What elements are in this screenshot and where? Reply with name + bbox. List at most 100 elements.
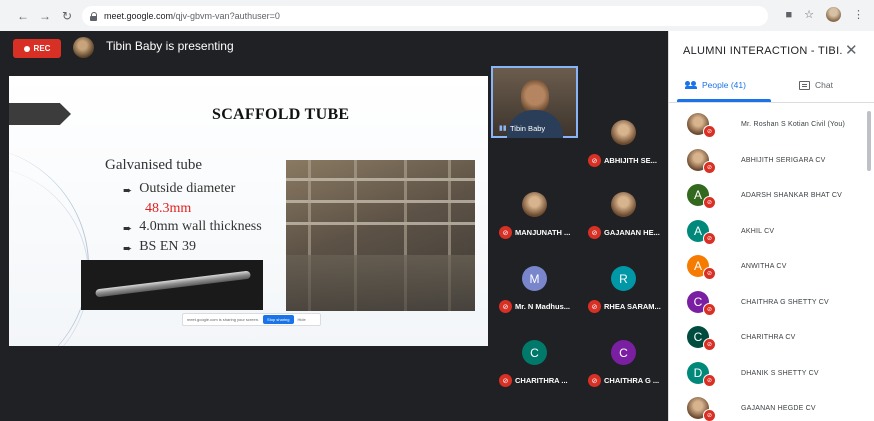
shared-slide: SCAFFOLD TUBE Galvanised tube ➨ Outside … — [9, 76, 488, 346]
bullet-arrow-icon: ➨ — [123, 223, 133, 235]
chat-icon — [799, 80, 810, 90]
participant-name: CHARITHRA CV — [741, 334, 796, 341]
screen-share-bar: meet.google.com is sharing your screen. … — [182, 313, 321, 326]
mic-off-icon: ⊘ — [703, 267, 716, 280]
mic-off-icon: ⊘ — [703, 409, 716, 421]
presenter-avatar — [73, 37, 94, 58]
list-item[interactable]: A ⊘ AKHIL CV — [669, 218, 865, 254]
stop-sharing-button[interactable]: Stop sharing — [263, 315, 294, 324]
url-path: /qjv-gbvm-van?authuser=0 — [173, 11, 280, 21]
star-icon[interactable]: ☆ — [804, 8, 814, 21]
mic-off-icon: ⊘ — [499, 374, 512, 387]
participant-initial-avatar: M — [522, 266, 547, 291]
participant-list: ⊘ Mr. Roshan S Kotian Civil (You) ⊘ ABHI… — [669, 111, 865, 421]
slide-bullets: ➨ Outside diameter 48.3mm ➨ 4.0mm wall t… — [123, 180, 262, 258]
tile-name: GAJANAN HE... — [604, 228, 660, 237]
mic-off-icon: ⊘ — [703, 338, 716, 351]
participant-tile[interactable]: C ⊘ CHARITHRA ... — [491, 336, 578, 391]
slide-title: SCAFFOLD TUBE — [212, 106, 350, 123]
bullet-item: ➨ Outside diameter — [123, 180, 262, 200]
mic-off-icon: ⊘ — [703, 125, 716, 138]
camera-blocked-icon[interactable]: ■ — [785, 9, 792, 21]
participant-name: DHANIK S SHETTY CV — [741, 369, 819, 377]
list-item[interactable]: A ⊘ ANWITHA CV — [669, 253, 865, 289]
forward-arrow-icon[interactable]: → — [36, 9, 54, 23]
bullet-item: ➨ 4.0mm wall thickness — [123, 218, 262, 238]
share-text: meet.google.com is sharing your screen. — [187, 317, 260, 322]
record-dot-icon — [23, 45, 30, 52]
back-arrow-icon[interactable]: ← — [14, 9, 32, 23]
presenting-text: Tibin Baby is presenting — [106, 39, 234, 53]
mic-off-icon: ⊘ — [588, 154, 601, 167]
bullet-arrow-icon: ➨ — [123, 243, 133, 255]
mic-off-icon: ⊘ — [703, 373, 716, 387]
mic-off-icon: ⊘ — [499, 226, 512, 239]
kebab-menu-icon[interactable]: ⋮ — [853, 8, 864, 21]
bullet-item: ➨ BS EN 39 — [123, 238, 262, 258]
tab-label: Chat — [815, 80, 833, 90]
tile-name: RHEA SARAM... — [604, 302, 661, 311]
list-item[interactable]: C ⊘ CHARITHRA CV — [669, 324, 865, 360]
browser-toolbar: ← → ↻ meet.google.com /qjv-gbvm-van?auth… — [0, 0, 874, 31]
list-item[interactable]: ⊘ Mr. Roshan S Kotian Civil (You) — [669, 111, 865, 147]
list-item[interactable]: ⊘ ABHIJITH SERIGARA CV — [669, 147, 865, 183]
reload-icon[interactable]: ↻ — [58, 9, 76, 23]
list-item[interactable]: A ⊘ ADARSH SHANKAR BHAT CV — [669, 182, 865, 218]
close-icon[interactable]: ✕ — [845, 41, 858, 59]
bullet-text: Outside diameter — [139, 181, 236, 196]
divider — [669, 102, 874, 103]
slide-subtitle: Galvanised tube — [105, 157, 203, 173]
tile-name: Mr. N Madhus... — [515, 302, 571, 311]
profile-avatar[interactable] — [826, 7, 841, 22]
participant-name: GAJANAN HEGDE CV — [741, 405, 816, 412]
photo-rail — [286, 222, 475, 225]
tile-name: MANJUNATH ... — [515, 228, 571, 237]
lock-icon — [90, 11, 98, 21]
slide-decoration — [9, 166, 89, 346]
people-icon — [685, 81, 697, 89]
photo-rail — [286, 200, 475, 203]
bullet-text: BS EN 39 — [139, 239, 197, 254]
meeting-title: ALUMNI INTERACTION - TIBI... — [683, 45, 843, 57]
participant-name: ABHIJITH SERIGARA CV — [741, 156, 826, 164]
presenter-video-tile[interactable]: ▮▮ Tibin Baby — [491, 66, 578, 138]
participant-tile[interactable]: M ⊘ Mr. N Madhus... — [491, 262, 578, 317]
mic-off-icon: ⊘ — [703, 160, 716, 174]
list-item[interactable]: C ⊘ CHAITHRA G SHETTY CV — [669, 289, 865, 325]
list-item[interactable]: D ⊘ DHANIK S SHETTY CV — [669, 360, 865, 396]
participant-tile[interactable]: ⊘ ABHIJITH SE... — [580, 116, 667, 171]
participant-name: ADARSH SHANKAR BHAT CV — [741, 192, 842, 199]
audio-level-icon: ▮▮ — [499, 125, 507, 132]
mic-off-icon: ⊘ — [588, 300, 601, 313]
participant-tile[interactable]: ⊘ MANJUNATH ... — [491, 188, 578, 243]
mic-off-icon: ⊘ — [703, 231, 716, 245]
diameter-value: 48.3mm — [145, 201, 192, 216]
tile-name: CHAITHRA G ... — [604, 376, 660, 385]
participant-tile[interactable]: R ⊘ RHEA SARAM... — [580, 262, 667, 317]
participant-tile[interactable]: C ⊘ CHAITHRA G ... — [580, 336, 667, 391]
participant-initial-avatar: C — [611, 340, 636, 365]
recording-badge: REC — [13, 39, 61, 58]
presenter-face — [521, 80, 549, 114]
rec-label: REC — [33, 44, 51, 53]
tile-name: Tibin Baby — [510, 124, 546, 133]
mic-off-icon: ⊘ — [588, 226, 601, 239]
list-item[interactable]: ⊘ GAJANAN HEGDE CV — [669, 395, 865, 421]
mic-off-icon: ⊘ — [499, 300, 512, 313]
participant-name: CHAITHRA G SHETTY CV — [741, 298, 829, 306]
tile-name: CHARITHRA ... — [515, 376, 568, 385]
scaffold-photo — [286, 160, 475, 311]
scrollbar[interactable] — [867, 111, 871, 171]
tab-people[interactable]: People (41) — [685, 80, 746, 90]
bullet-arrow-icon: ➨ — [123, 185, 133, 197]
mic-off-icon: ⊘ — [588, 374, 601, 387]
tile-name: ABHIJITH SE... — [604, 156, 657, 165]
pipe-photo — [81, 260, 263, 310]
mic-off-icon: ⊘ — [703, 302, 716, 316]
hide-share-button[interactable]: Hide — [298, 317, 306, 322]
tab-label: People (41) — [702, 80, 746, 90]
participant-tile[interactable]: ⊘ GAJANAN HE... — [580, 188, 667, 243]
participant-photo — [611, 120, 636, 145]
tab-chat[interactable]: Chat — [799, 80, 833, 90]
address-bar[interactable]: meet.google.com /qjv-gbvm-van?authuser=0 — [82, 6, 768, 26]
